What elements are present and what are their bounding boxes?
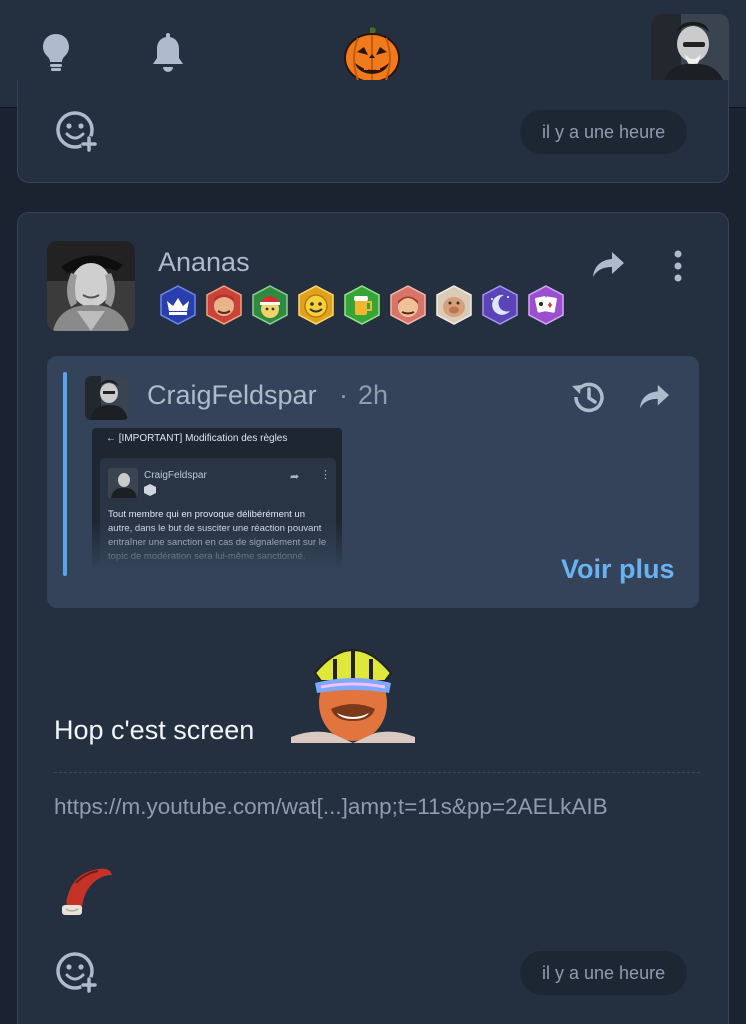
santa-badge[interactable] (250, 285, 290, 325)
quoted-author-name[interactable]: CraigFeldspar (147, 380, 317, 411)
screenshot-avatar (108, 468, 138, 498)
beer-badge[interactable] (342, 285, 382, 325)
screenshot-fade (92, 522, 342, 570)
more-options-icon[interactable] (668, 249, 688, 283)
crown-badge[interactable] (158, 285, 198, 325)
quoted-post[interactable]: CraigFeldspar · 2h ← [IMPORTANT] Modific… (47, 356, 699, 608)
quote-share-icon[interactable] (637, 382, 671, 412)
screenshot-share-icon: ➦ (290, 471, 300, 483)
message-text: Hop c'est screen (54, 715, 255, 745)
see-more-link[interactable]: Voir plus (561, 554, 675, 585)
post-timestamp: il y a une heure (520, 951, 688, 995)
screenshot-more-icon: ⋮ (320, 469, 331, 481)
quote-bar (63, 372, 67, 576)
post-card: Ananas CraigFeldspar · 2h ← [IMPORTANT] … (17, 212, 729, 1024)
author-avatar[interactable] (47, 241, 135, 331)
quoted-screenshot-image[interactable]: ← [IMPORTANT] Modification des règles Cr… (92, 428, 342, 570)
face-badge-red[interactable] (204, 285, 244, 325)
add-reaction-icon[interactable] (55, 110, 99, 154)
face-badge-pink[interactable] (388, 285, 428, 325)
post-timestamp: il y a une heure (520, 110, 688, 154)
christmas-sock-sticker[interactable] (56, 865, 114, 917)
screenshot-header: ← [IMPORTANT] Modification des règles (106, 433, 288, 444)
quoted-post-time: 2h (358, 380, 389, 410)
screenshot-author: CraigFeldspar (144, 470, 207, 481)
author-name[interactable]: Ananas (158, 247, 250, 278)
screenshot-badge (144, 484, 156, 496)
add-reaction-icon[interactable] (55, 951, 99, 995)
youtube-link[interactable]: https://m.youtube.com/wat[...]amp;t=11s&… (54, 789, 700, 824)
badge-list (158, 285, 566, 325)
halloween-pumpkin-logo[interactable] (343, 24, 401, 84)
quote-separator: · (339, 380, 348, 410)
history-icon[interactable] (569, 378, 607, 416)
share-icon[interactable] (590, 249, 626, 281)
bell-icon[interactable] (148, 30, 188, 74)
link-divider (54, 772, 700, 773)
cyclist-sticker[interactable] (291, 639, 415, 743)
lightbulb-icon[interactable] (36, 30, 76, 74)
cards-badge[interactable] (526, 285, 566, 325)
pig-badge[interactable] (434, 285, 474, 325)
quoted-author-avatar[interactable] (85, 376, 129, 420)
smiley-badge-yellow[interactable] (296, 285, 336, 325)
previous-post-card: il y a une heure (17, 80, 729, 183)
moon-badge[interactable] (480, 285, 520, 325)
